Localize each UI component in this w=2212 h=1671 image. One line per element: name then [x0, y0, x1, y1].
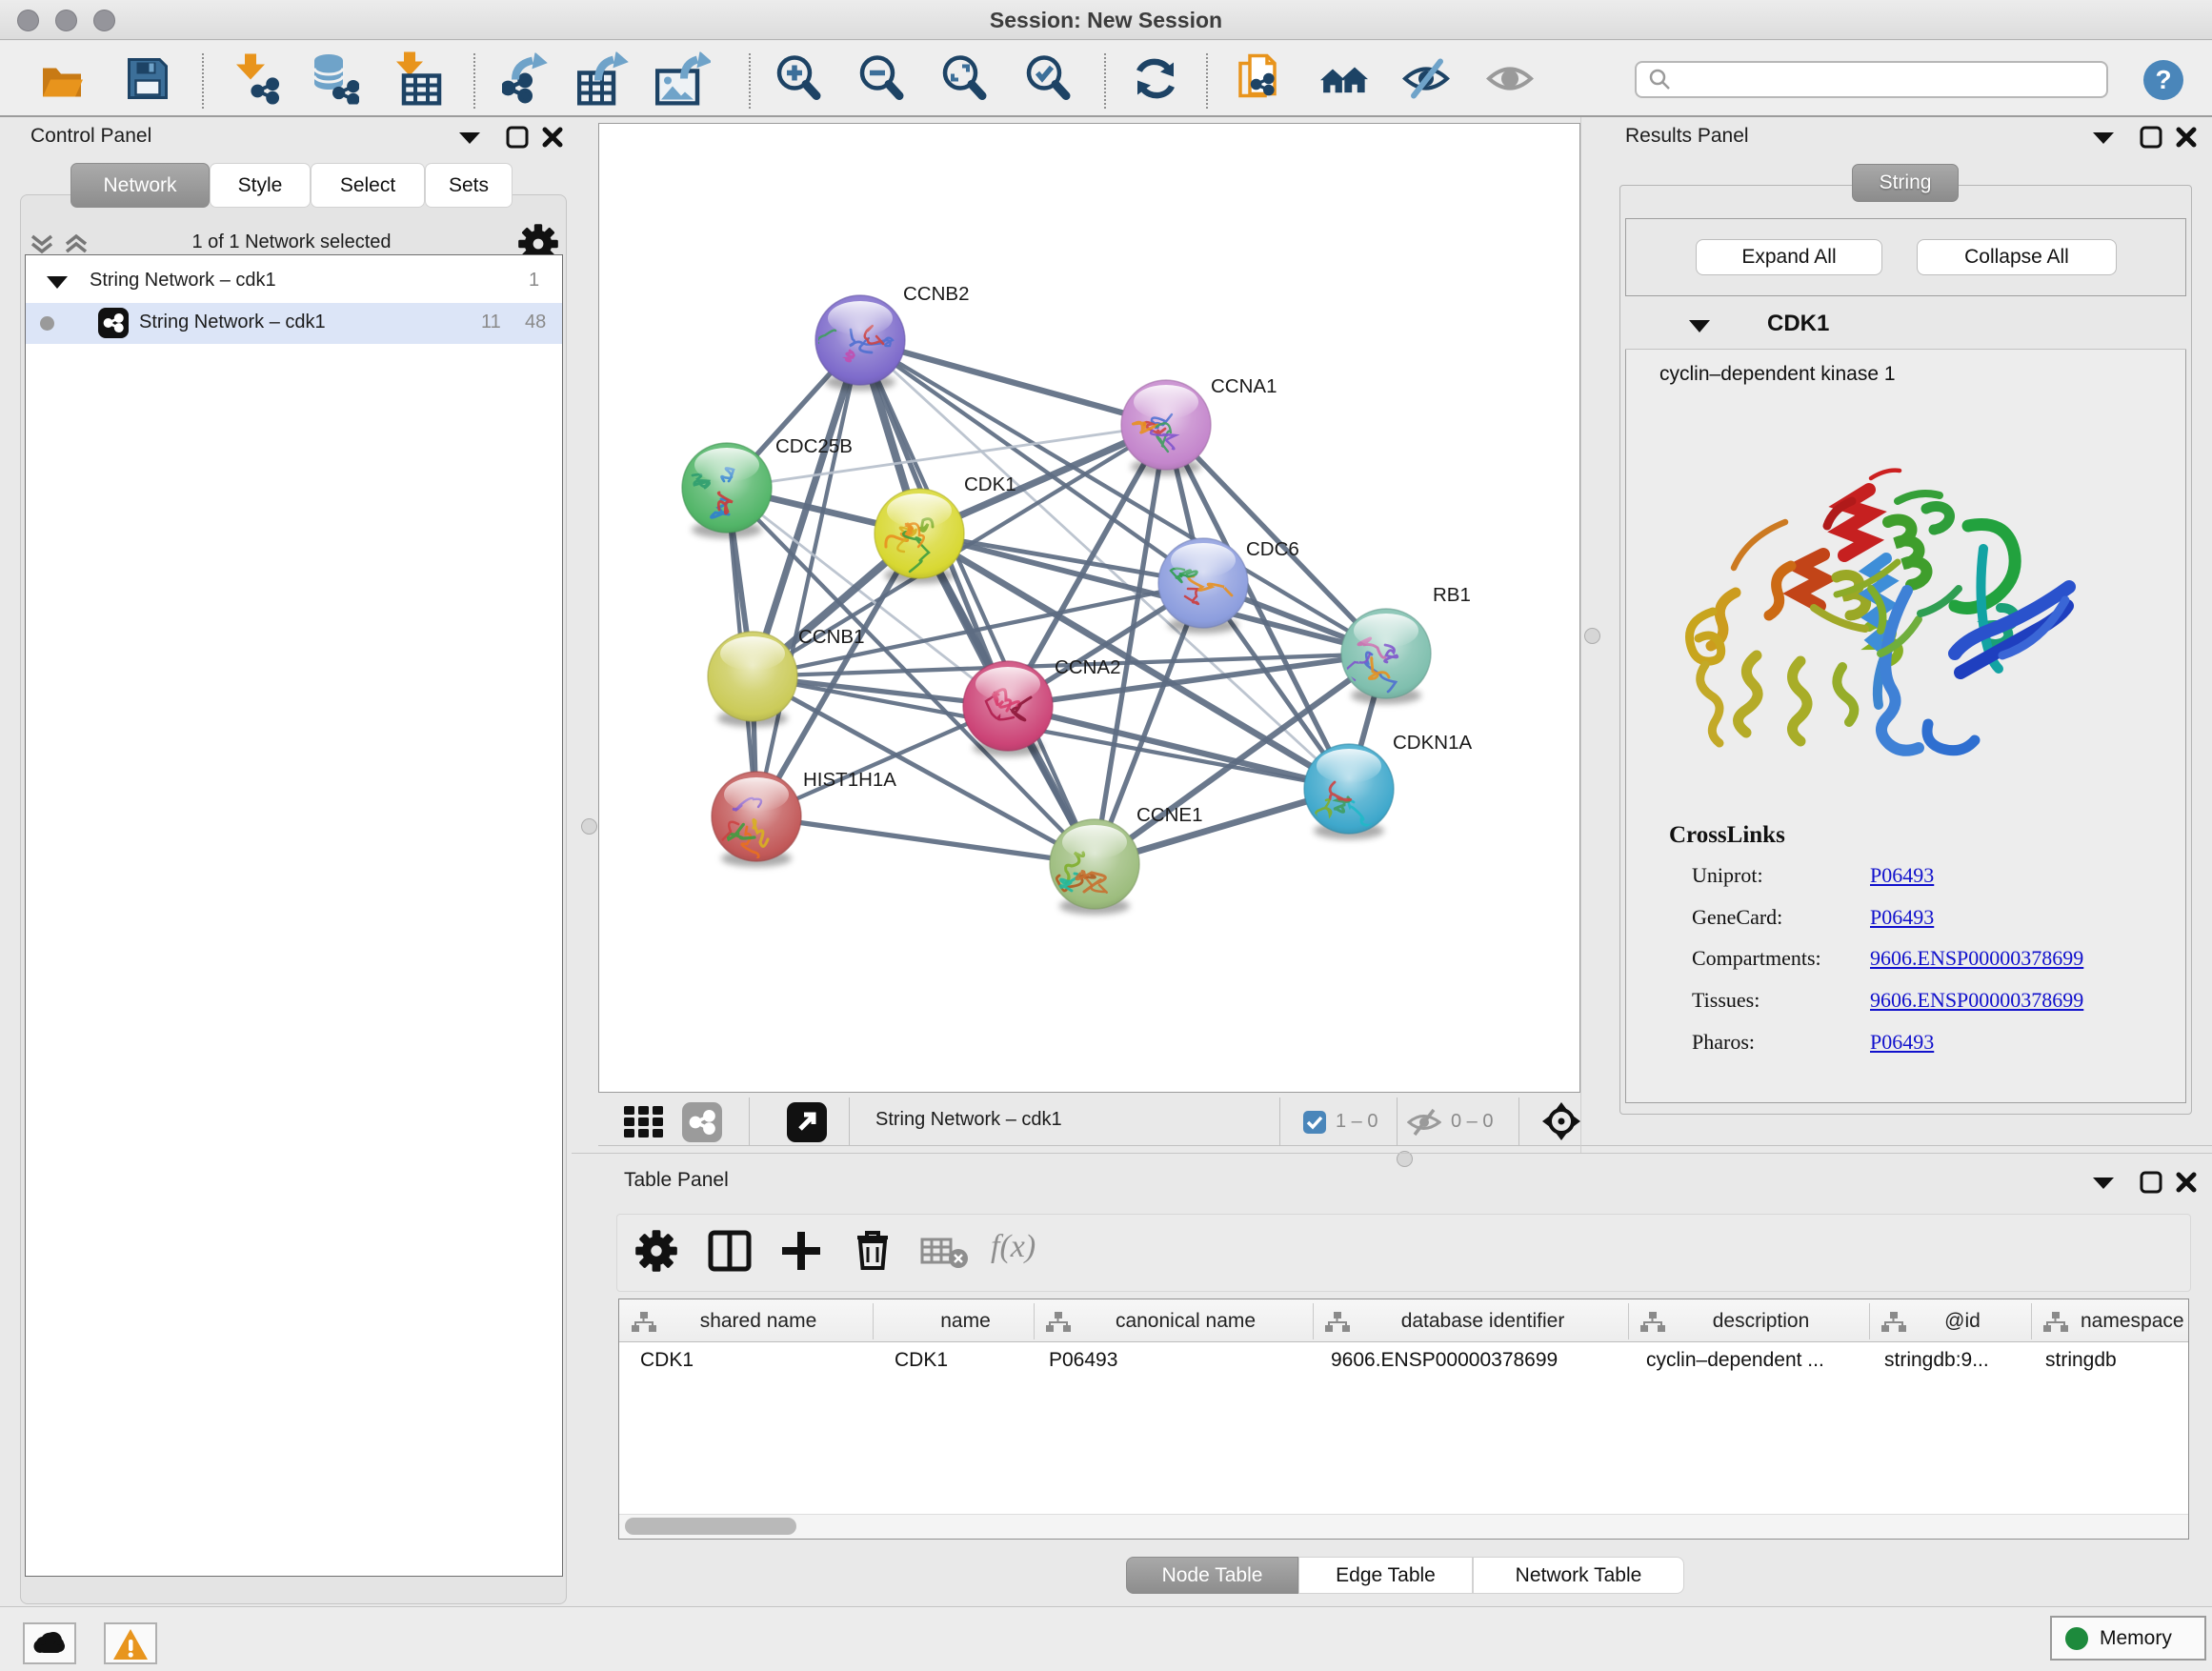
svg-text:CCNA2: CCNA2 [1055, 656, 1121, 678]
svg-text:CDKN1A: CDKN1A [1393, 732, 1472, 754]
svg-text:CCNB2: CCNB2 [903, 283, 970, 305]
svg-text:CDC25B: CDC25B [775, 435, 853, 457]
svg-text:?: ? [2155, 65, 2171, 94]
svg-text:CCNB1: CCNB1 [798, 626, 865, 648]
svg-text:CCNA1: CCNA1 [1211, 375, 1277, 397]
svg-text:HIST1H1A: HIST1H1A [803, 769, 896, 791]
svg-text:CCNE1: CCNE1 [1136, 804, 1203, 826]
svg-text:CDC6: CDC6 [1246, 538, 1299, 560]
svg-text:CDK1: CDK1 [964, 473, 1016, 495]
svg-text:RB1: RB1 [1433, 584, 1471, 606]
